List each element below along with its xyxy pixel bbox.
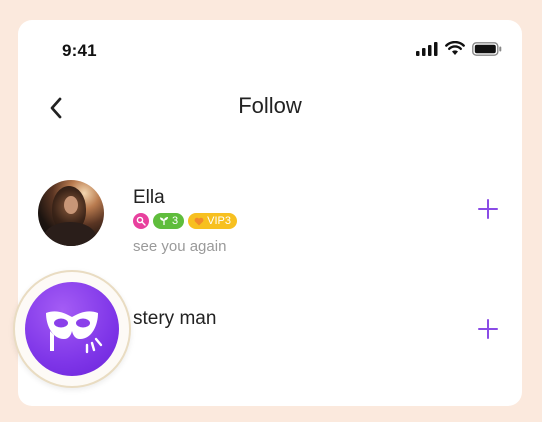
- level-value: 3: [172, 215, 179, 227]
- user-name: Ella: [133, 187, 165, 208]
- anonymous-mode-button[interactable]: [13, 270, 131, 388]
- user-signature: see you again: [133, 238, 227, 255]
- key-badge: [133, 213, 149, 229]
- level-badge: 3: [153, 213, 185, 229]
- list-item[interactable]: Ella 3 VIP3 see you again: [18, 165, 522, 275]
- sprout-icon: [160, 217, 168, 225]
- follow-button[interactable]: [476, 317, 500, 341]
- mask-icon: [46, 311, 103, 354]
- user-badges: 3 VIP3: [133, 213, 237, 229]
- key-icon: [136, 216, 146, 226]
- wifi-icon: [445, 41, 465, 55]
- heart-icon: [194, 217, 204, 225]
- vip-value: VIP3: [207, 215, 231, 227]
- vip-badge: VIP3: [188, 213, 237, 229]
- status-bar: 9:41: [18, 20, 522, 80]
- page-title: Follow: [238, 93, 302, 118]
- status-icons: [416, 41, 502, 56]
- follow-button[interactable]: [476, 197, 500, 221]
- user-name: stery man: [133, 308, 217, 329]
- status-time: 9:41: [62, 41, 97, 60]
- battery-icon: [472, 41, 502, 56]
- avatar[interactable]: [38, 180, 104, 246]
- signal-icon: [416, 41, 438, 56]
